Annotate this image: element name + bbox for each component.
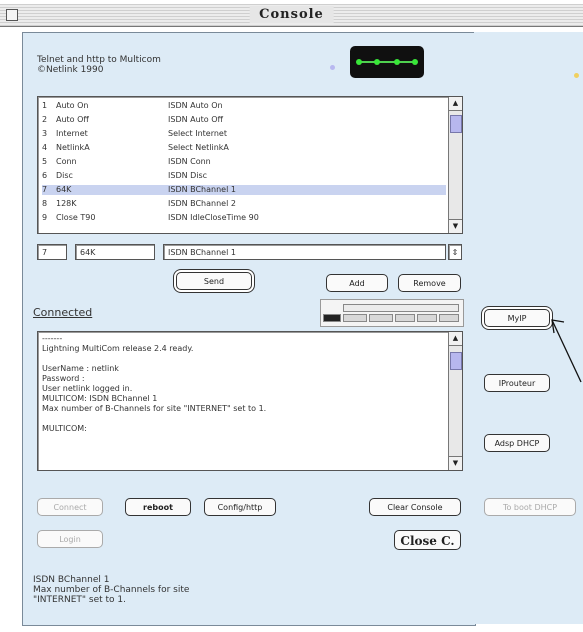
command-list-row[interactable]: 6 Disc ISDN Disc (42, 171, 446, 181)
command-name: Close T90 (56, 213, 96, 222)
add-button[interactable]: Add (326, 274, 388, 292)
console-window: Console Telnet and http to Multicom ©Net… (0, 0, 583, 632)
command-list-row[interactable]: 8 128K ISDN BChannel 2 (42, 199, 446, 209)
command-text: ISDN BChannel 1 (168, 185, 236, 194)
command-name: Internet (56, 129, 88, 138)
scroll-thumb[interactable] (450, 352, 462, 370)
command-list-row[interactable]: 5 Conn ISDN Conn (42, 157, 446, 167)
command-text: ISDN Disc (168, 171, 208, 180)
indicator-dot (574, 73, 579, 78)
command-number: 9 (42, 213, 48, 222)
console-scrollbar[interactable]: ▲ ▼ (448, 332, 462, 470)
scroll-down-icon[interactable]: ▼ (449, 219, 462, 233)
close-box[interactable] (6, 9, 18, 21)
command-number: 7 (42, 185, 48, 194)
ip-routeur-button[interactable]: IProuteur (484, 374, 550, 392)
footer-line: Max number of B-Channels for site (33, 585, 190, 595)
command-text-field[interactable]: ISDN BChannel 1 (163, 244, 446, 260)
console-line: MULTICOM: ISDN BChannel 1 (42, 394, 158, 403)
scroll-down-icon[interactable]: ▼ (449, 456, 462, 470)
header-line2: ©Netlink 1990 (37, 65, 104, 75)
led-icon (356, 59, 362, 65)
title-bar[interactable]: Console (0, 4, 583, 27)
command-text: ISDN Auto On (168, 101, 223, 110)
command-number: 6 (42, 171, 48, 180)
console-line: User netlink logged in. (42, 384, 133, 393)
command-number: 4 (42, 143, 48, 152)
command-number: 3 (42, 129, 48, 138)
command-list-row[interactable]: 7 64K ISDN BChannel 1 (42, 185, 446, 195)
command-name: 128K (56, 199, 77, 208)
login-button[interactable]: Login (37, 530, 103, 548)
command-number: 2 (42, 115, 48, 124)
command-number: 8 (42, 199, 48, 208)
command-text: ISDN Auto Off (168, 115, 224, 124)
command-name: Conn (56, 157, 77, 166)
clear-console-button[interactable]: Clear Console (369, 498, 461, 516)
reboot-button[interactable]: reboot (125, 498, 191, 516)
led-icon (374, 59, 380, 65)
console-line: MULTICOM: (42, 424, 87, 433)
command-list-scrollbar[interactable]: ▲ ▼ (448, 97, 462, 233)
command-name: Auto On (56, 101, 89, 110)
scroll-up-icon[interactable]: ▲ (449, 97, 462, 111)
config-http-button[interactable]: Config/http (204, 498, 276, 516)
footer-status-text: ISDN BChannel 1 Max number of B-Channels … (33, 575, 189, 605)
command-number-field[interactable]: 7 (37, 244, 67, 260)
connection-status: Connected (33, 306, 93, 319)
command-name: Disc (56, 171, 73, 180)
console-line: Max number of B-Channels for site "INTER… (42, 404, 267, 413)
close-connection-button[interactable]: Close C. (394, 530, 461, 550)
command-list-row[interactable]: 9 Close T90 ISDN IdleCloseTime 90 (42, 213, 446, 223)
command-text: ISDN BChannel 2 (168, 199, 236, 208)
stepper-arrows-icon[interactable]: ⇕ (448, 244, 462, 260)
connect-button[interactable]: Connect (37, 498, 103, 516)
adsp-dhcp-button[interactable]: Adsp DHCP (484, 434, 550, 452)
footer-line: "INTERNET" set to 1. (33, 595, 126, 605)
mouse-arrow-icon (551, 319, 582, 383)
command-number: 1 (42, 101, 48, 110)
command-list-row[interactable]: 1 Auto On ISDN Auto On (42, 101, 446, 111)
command-text: Select NetlinkA (168, 143, 229, 152)
router-device-icon (350, 46, 424, 78)
my-ip-button[interactable]: MyIP (484, 309, 550, 327)
console-line: Password : (42, 374, 85, 383)
to-boot-dhcp-button[interactable]: To boot DHCP (484, 498, 576, 516)
console-line: UserName : netlink (42, 364, 119, 373)
status-dot (330, 65, 335, 70)
led-icon (412, 59, 418, 65)
command-list-row[interactable]: 2 Auto Off ISDN Auto Off (42, 115, 446, 125)
footer-line: ISDN BChannel 1 (33, 575, 110, 585)
led-icon (394, 59, 400, 65)
command-name-field[interactable]: 64K (75, 244, 155, 260)
scroll-up-icon[interactable]: ▲ (449, 332, 462, 346)
window-title: Console (249, 6, 334, 23)
command-list-row[interactable]: 3 Internet Select Internet (42, 129, 446, 139)
console-log[interactable]: ------- Lightning MultiCom release 2.4 re… (37, 331, 463, 471)
command-text: Select Internet (168, 129, 227, 138)
command-name: 64K (56, 185, 72, 194)
command-list-row[interactable]: 4 NetlinkA Select NetlinkA (42, 143, 446, 153)
console-line: ------- (42, 334, 63, 343)
remove-button[interactable]: Remove (398, 274, 461, 292)
command-number: 5 (42, 157, 48, 166)
console-line: Lightning MultiCom release 2.4 ready. (42, 344, 194, 353)
command-list[interactable]: 9 Close T90 ISDN IdleCloseTime 90 8 128K ISDN… (37, 96, 463, 234)
command-text: ISDN IdleCloseTime 90 (168, 213, 259, 222)
scroll-thumb[interactable] (450, 115, 462, 133)
header-line1: Telnet and http to Multicom (37, 55, 161, 65)
channel-status-table (320, 299, 464, 327)
command-name: Auto Off (56, 115, 89, 124)
command-name: NetlinkA (56, 143, 90, 152)
console-log-text: ------- Lightning MultiCom release 2.4 re… (42, 334, 266, 434)
command-text: ISDN Conn (168, 157, 211, 166)
send-button[interactable]: Send (176, 272, 252, 290)
